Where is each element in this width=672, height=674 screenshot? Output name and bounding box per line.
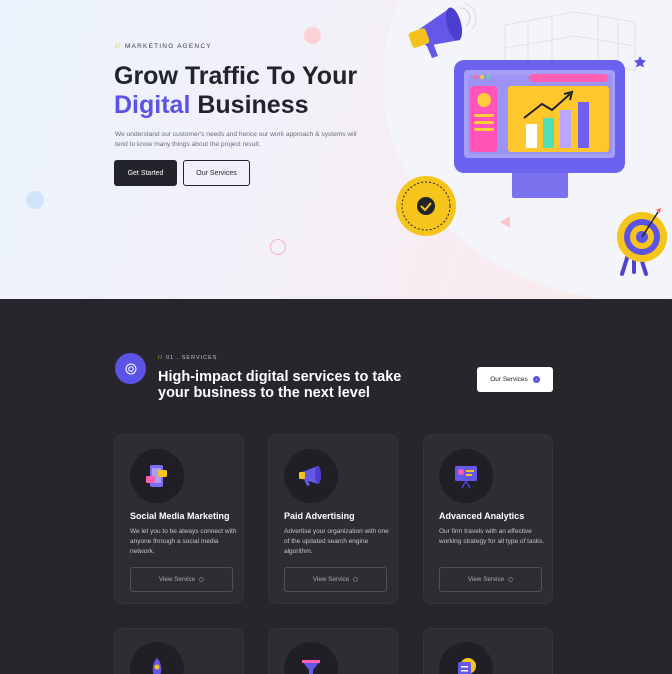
services-button-label: Our Services [490,376,528,383]
verified-badge-icon [396,176,456,236]
phone-chat-icon [146,465,167,487]
services-our-services-button[interactable]: Our Services › [477,367,553,392]
card-icon-wrapper [439,449,493,503]
view-service-label: View Service [467,576,505,583]
services-section: //01 . SERVICES High-impact digital serv… [0,299,672,674]
services-eyebrow: //01 . SERVICES [158,355,218,361]
presentation-board-icon [455,466,477,489]
hero-section: //MARKETING AGENCY Grow Traffic To Your … [0,0,672,299]
card-title: Paid Advertising [284,511,355,521]
hero-description: We understand our customer's needs and h… [115,131,357,148]
deco-triangle [500,216,510,228]
card-icon-wrapper [130,642,184,674]
arrow-right-icon: › [532,376,540,383]
our-services-button[interactable]: Our Services [183,160,250,186]
hero-title-highlight: Digital [114,91,191,119]
megaphone-icon [299,466,321,486]
checklist-icon [458,658,476,674]
deco-circle-pink [304,27,321,44]
circle-icon [508,577,514,582]
circle-icon [199,577,205,582]
hero-title-line1: Grow Traffic To Your [114,62,358,90]
deco-ring-pink [270,239,286,255]
services-title: High-impact digital services to take you… [158,369,402,401]
get-started-button[interactable]: Get Started [114,160,177,186]
service-card-analytics[interactable]: Advanced Analytics Our firm travels with… [423,434,553,604]
hero-eyebrow-text: MARKETING AGENCY [125,43,212,50]
deco-circle-blue [26,191,44,209]
hero-title-rest: Business [190,91,309,119]
hero-illustration [396,2,667,276]
services-badge [115,353,146,384]
circle-icon [353,577,359,582]
service-card-row2-3[interactable] [423,628,553,674]
card-description: Our firm travels with an effective worki… [439,528,545,545]
service-card-row2-1[interactable] [114,628,244,674]
funnel-icon [302,660,320,674]
hero-eyebrow: //MARKETING AGENCY [115,43,212,50]
view-service-button[interactable]: View Service [284,567,387,592]
service-card-social[interactable]: Social Media Marketing We let you to be … [114,434,244,604]
view-service-label: View Service [312,576,350,583]
service-card-paid-ads[interactable]: Paid Advertising Advertise your organiza… [268,434,398,604]
monitor-icon [454,60,625,198]
view-service-button[interactable]: View Service [130,567,233,592]
card-icon-wrapper [439,642,493,674]
rocket-icon [152,658,162,674]
view-service-label: View Service [158,576,196,583]
megaphone-icon [408,2,477,58]
target-icon [617,208,667,276]
hero-title: Grow Traffic To Your Digital Business [114,62,414,120]
card-icon-wrapper [284,642,338,674]
card-description: Advertise your organization with one of … [284,528,389,555]
service-card-row2-2[interactable] [268,628,398,674]
card-description: We let you to be always connect with any… [130,528,237,555]
card-icon-wrapper [284,449,338,503]
view-service-button[interactable]: View Service [439,567,542,592]
card-icon-wrapper [130,449,184,503]
card-title: Advanced Analytics [439,511,525,521]
services-eyebrow-text: 01 . SERVICES [166,355,218,361]
star-icon [634,56,646,68]
gear-icon [125,363,136,374]
card-title: Social Media Marketing [130,511,230,521]
